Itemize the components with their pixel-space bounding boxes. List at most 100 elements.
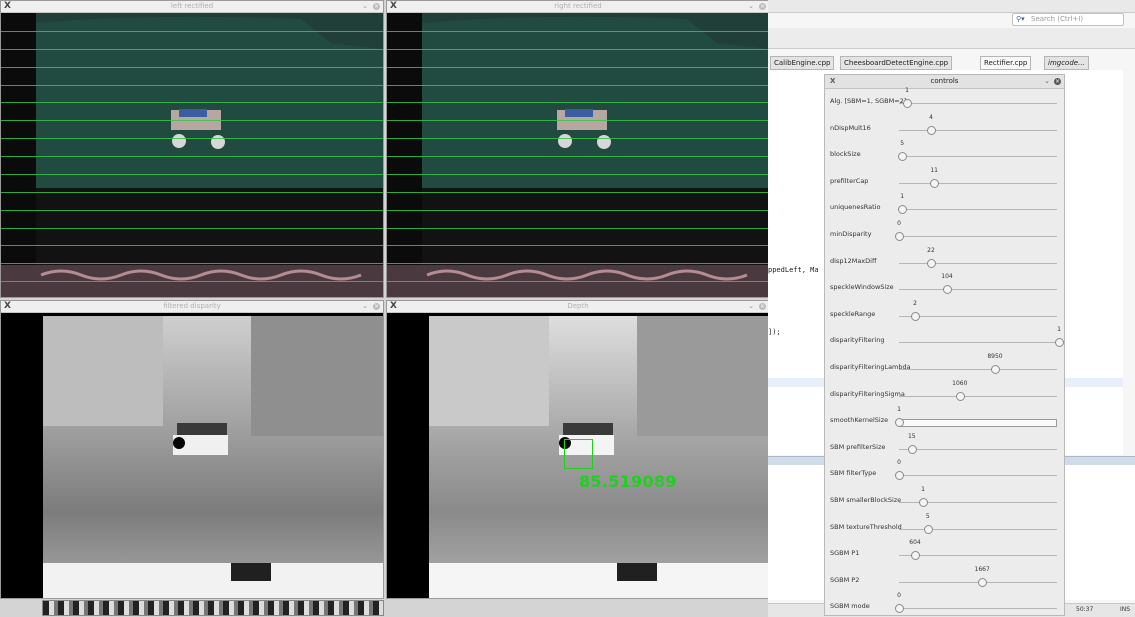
trackbar-handle[interactable] — [907, 444, 917, 454]
trackbar-handle[interactable] — [898, 205, 908, 215]
trackbar-value: 1 — [1057, 326, 1061, 334]
trackbar-handle[interactable] — [930, 178, 940, 188]
measurement-roi-box — [564, 439, 593, 469]
trackbar-value: 11 — [930, 166, 939, 174]
trackbar-label: uniquenesRatio — [830, 203, 881, 212]
trackbar-handle[interactable] — [923, 524, 933, 534]
trackbar-track[interactable] — [899, 448, 1057, 450]
trackbar-track[interactable] — [899, 236, 1057, 237]
trackbar-handle[interactable] — [919, 498, 928, 507]
trackbar-handle[interactable] — [898, 152, 908, 162]
trackbar-track[interactable] — [899, 315, 1057, 317]
trackbar-track[interactable] — [899, 395, 1057, 397]
trackbar-handle[interactable] — [943, 285, 952, 295]
code-line: ppedLeft, Ma — [768, 266, 819, 274]
trackbar-track[interactable] — [899, 369, 1057, 370]
trackbar-track[interactable] — [899, 419, 1057, 428]
trackbar-track[interactable] — [899, 608, 1057, 610]
trackbar-row: SGBM P2 1667 — [825, 565, 1064, 595]
trackbar-label: disparityFilteringSigma — [830, 389, 905, 398]
trackbar-handle[interactable] — [911, 551, 920, 561]
trackbar-handle[interactable] — [927, 258, 936, 268]
close-icon[interactable]: × — [373, 3, 380, 10]
trackbar-label: SBM textureThreshold — [830, 522, 902, 531]
trackbar-track[interactable] — [899, 289, 1057, 291]
trackbar-value: 22 — [927, 246, 935, 254]
trackbar-row: disparityFilteringLambda 8950 — [825, 353, 1064, 382]
trackbar-handle[interactable] — [927, 125, 936, 135]
trackbar-handle[interactable] — [978, 577, 988, 587]
trackbar-track[interactable] — [899, 528, 1057, 530]
tab-calibengine[interactable]: CalibEngine.cpp — [770, 56, 835, 70]
tab-cheesboarddetectengine[interactable]: CheesboardDetectEngine.cpp — [840, 56, 953, 70]
tab-rectifier[interactable]: Rectifier.cpp — [980, 56, 1032, 70]
trackbar-label: nDispMult16 — [830, 123, 871, 132]
trackbar-label: blockSize — [830, 150, 861, 159]
trackbar-track[interactable] — [899, 129, 1057, 131]
trackbar-label: disp12MaxDiff — [830, 256, 877, 265]
depth-value-label: 85.519089 — [579, 472, 677, 491]
trackbar-handle[interactable] — [911, 311, 920, 321]
search-box[interactable]: ⚲▾ Search (Ctrl+I) — [1012, 13, 1124, 26]
controls-window: X controls ⌄ × Alg. [SBM=1, SGBM=2] 1 nDis… — [824, 74, 1065, 616]
trackbar-track[interactable] — [899, 475, 1057, 477]
close-icon[interactable]: × — [759, 303, 766, 310]
trackbar-row: prefilterCap 11 — [825, 166, 1064, 196]
trackbar-value: 5 — [900, 140, 905, 148]
trackbar-handle[interactable] — [895, 232, 904, 241]
window-title: right rectified — [554, 2, 602, 10]
trackbar-row: SGBM mode 0 — [825, 592, 1064, 615]
chevron-down-icon[interactable]: ⌄ — [748, 1, 754, 12]
trackbar-track[interactable] — [899, 156, 1057, 158]
window-titlebar[interactable]: X filtered disparity ⌄ × — [1, 301, 383, 313]
search-icon: ⚲▾ — [1016, 15, 1025, 23]
trackbar-handle[interactable] — [991, 365, 1000, 374]
trackbar-handle[interactable] — [903, 99, 912, 108]
left-rectified-window: X left rectified ⌄ × — [0, 0, 384, 298]
window-titlebar[interactable]: X Depth ⌄ × — [387, 301, 769, 313]
chevron-down-icon[interactable]: ⌄ — [748, 301, 754, 312]
close-icon[interactable]: × — [759, 3, 766, 10]
trackbar-row: Alg. [SBM=1, SGBM=2] 1 — [825, 87, 1064, 116]
trackbar-label: minDisparity — [830, 230, 872, 238]
trackbar-value: 1 — [921, 486, 925, 493]
window-titlebar[interactable]: X left rectified ⌄ × — [1, 1, 383, 13]
trackbar-value: 1 — [905, 87, 909, 94]
window-title: controls — [930, 77, 959, 85]
trackbar-track[interactable] — [899, 209, 1057, 211]
chevron-down-icon[interactable]: ⌄ — [362, 1, 368, 12]
trackbar-label: SBM prefilterSize — [830, 442, 886, 451]
trackbar-handle[interactable] — [895, 604, 904, 614]
insert-mode: INS — [1120, 606, 1131, 613]
trackbar-label: SGBM P1 — [830, 549, 860, 558]
window-titlebar[interactable]: X right rectified ⌄ × — [387, 1, 769, 13]
trackbar-handle[interactable] — [895, 471, 904, 481]
trackbar-track[interactable] — [899, 262, 1057, 264]
trackbar-row: blockSize 5 — [825, 140, 1064, 169]
controls-titlebar[interactable]: X controls ⌄ × — [825, 75, 1064, 89]
trackbar-value: 1667 — [974, 565, 990, 573]
chevron-down-icon[interactable]: ⌄ — [362, 301, 368, 312]
trackbar-handle[interactable] — [1055, 338, 1064, 348]
search-placeholder: Search (Ctrl+I) — [1031, 15, 1084, 23]
close-icon[interactable]: × — [373, 303, 380, 310]
filtered-disparity-image — [1, 313, 383, 598]
trackbar-label: SBM smallerBlockSize — [830, 496, 902, 504]
trackbar-row: SBM smallerBlockSize 1 — [825, 486, 1064, 515]
trackbar-track[interactable] — [899, 342, 1057, 344]
close-icon[interactable]: × — [1054, 78, 1061, 85]
filtered-disparity-window: X filtered disparity ⌄ × — [0, 300, 384, 599]
tab-imgcodecs[interactable]: imgcode... — [1044, 56, 1089, 70]
trackbar-track[interactable] — [899, 182, 1057, 184]
trackbar-value: 604 — [909, 539, 921, 547]
trackbar-value: 104 — [941, 273, 953, 281]
trackbar-row: uniquenesRatio 1 — [825, 193, 1064, 222]
trackbar-label: disparityFiltering — [830, 336, 885, 345]
trackbar-value: 15 — [907, 432, 916, 440]
trackbar-track[interactable] — [899, 555, 1057, 557]
window-title: filtered disparity — [163, 302, 221, 310]
trackbar-track[interactable] — [899, 103, 1057, 104]
chevron-down-icon[interactable]: ⌄ — [1044, 75, 1050, 88]
trackbar-value: 5 — [925, 512, 930, 520]
trackbar-handle[interactable] — [955, 391, 965, 401]
